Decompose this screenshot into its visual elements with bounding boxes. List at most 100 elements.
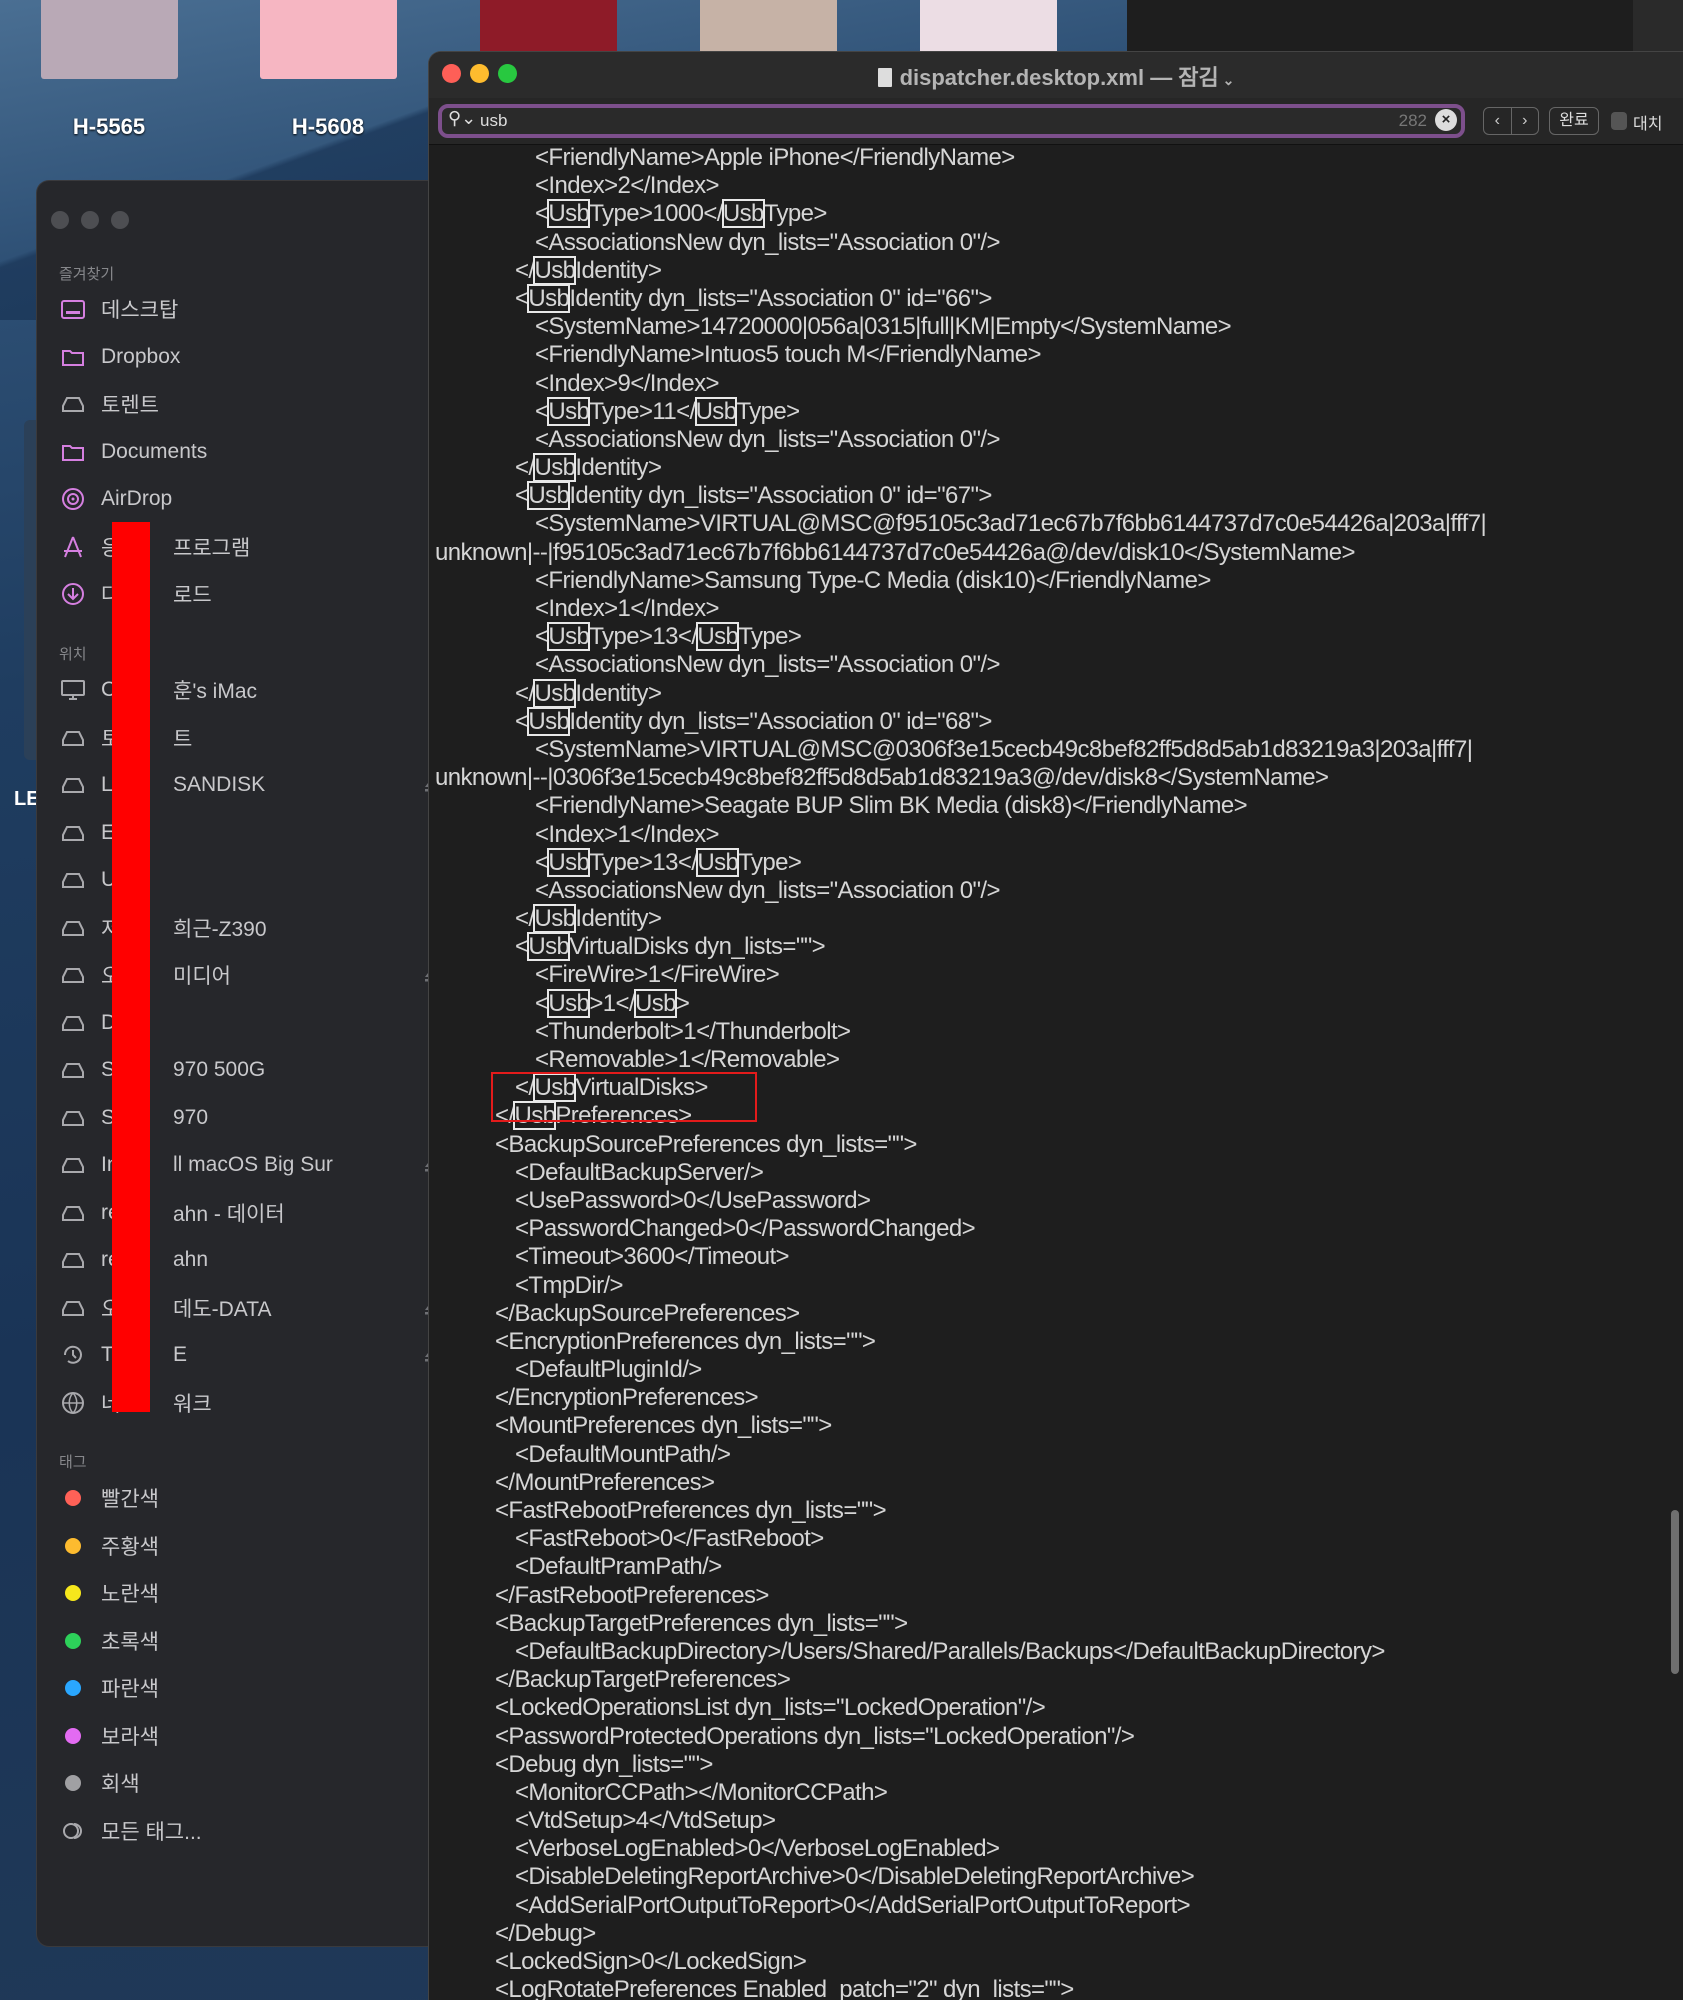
search-match-highlight: Usb — [527, 706, 571, 736]
drive-icon — [59, 819, 87, 847]
code-area[interactable]: <FriendlyName>Apple iPhone</FriendlyName… — [435, 144, 1657, 2000]
next-match-button[interactable]: › — [1512, 108, 1539, 134]
tag-label: 파란색 — [101, 1678, 159, 1701]
find-bar: ⚲⌄ 282 × ‹ › 완료 대치 — [429, 98, 1683, 145]
sidebar-tag-item[interactable]: 초록색 — [59, 1621, 439, 1661]
desktop-file-thumbnail[interactable] — [260, 0, 397, 79]
sidebar-item-label-rest: SANDISK — [173, 773, 266, 796]
close-button[interactable] — [51, 211, 69, 229]
code-line: <FriendlyName>Intuos5 touch M</FriendlyN… — [435, 341, 1041, 369]
search-icon[interactable]: ⚲⌄ — [448, 108, 476, 129]
sidebar-item-label: AirDrop — [101, 487, 173, 510]
imac-icon — [59, 676, 87, 704]
code-line: <Index>1</Index> — [435, 595, 720, 622]
clear-search-icon[interactable]: × — [1435, 109, 1457, 131]
search-match-highlight: Usb — [721, 199, 765, 229]
code-line: <LockedOperationsList dyn_lists="LockedO… — [435, 1694, 1046, 1722]
code-line: <BackupTargetPreferences dyn_lists=""> — [435, 1609, 908, 1637]
sidebar-item-label-rest: ahn — [173, 1248, 209, 1271]
code-line: unknown|--|f95105c3ad71ec67b7f6bb6144737… — [435, 538, 1356, 566]
drive-icon — [59, 390, 87, 418]
code-line: <MountPreferences dyn_lists=""> — [435, 1412, 832, 1440]
code-line: <PasswordChanged>0</PasswordChanged> — [435, 1215, 976, 1243]
code-line: </MountPreferences> — [435, 1468, 715, 1496]
desktop-file-thumbnail[interactable] — [41, 0, 178, 79]
code-line: <FastRebootPreferences dyn_lists=""> — [435, 1497, 887, 1524]
sidebar-item-label: Documents — [101, 439, 208, 463]
sidebar-tag-item[interactable]: 노란색 — [59, 1573, 439, 1613]
tag-label: 주황색 — [101, 1535, 159, 1559]
all-tags-label: 모든 태그... — [101, 1820, 202, 1844]
search-field[interactable]: ⚲⌄ 282 × — [438, 104, 1465, 138]
code-line: <UsbType>11</UsbType> — [435, 396, 800, 426]
zoom-button[interactable] — [111, 211, 129, 229]
search-match-highlight: Usb — [633, 988, 677, 1018]
sidebar-tag-item[interactable]: 빨간색 — [59, 1478, 439, 1518]
code-line: <BackupSourcePreferences dyn_lists=""> — [435, 1130, 917, 1158]
background-window — [1127, 0, 1683, 60]
sidebar-item-label-rest: 워크 — [173, 1392, 212, 1416]
code-line: <Index>1</Index> — [435, 820, 720, 848]
title-bar: dispatcher.desktop.xml — 잠김 ⌄ — [429, 52, 1683, 98]
match-navigation: ‹ › — [1483, 107, 1539, 135]
done-button[interactable]: 완료 — [1549, 107, 1599, 135]
drive-icon — [59, 724, 87, 752]
drive-icon — [59, 1294, 87, 1322]
sidebar-item-label-rest: ahn - 데이터 — [173, 1202, 285, 1226]
drive-icon — [59, 1151, 87, 1179]
redaction-bar — [112, 522, 150, 1412]
code-line: <DefaultPluginId/> — [435, 1356, 702, 1384]
drive-icon — [59, 1246, 87, 1274]
search-match-highlight: Usb — [527, 283, 571, 313]
sidebar-item-label-rest: ll macOS Big Sur — [173, 1153, 333, 1176]
code-line: </BackupTargetPreferences> — [435, 1666, 791, 1694]
window-title[interactable]: dispatcher.desktop.xml — 잠김 ⌄ — [429, 60, 1683, 92]
sidebar-item[interactable]: 토렌트 — [59, 384, 439, 424]
search-match-highlight: Usb — [547, 199, 591, 229]
code-line: <Usb>1</Usb> — [435, 988, 690, 1018]
download-icon — [59, 580, 87, 608]
sidebar-tag-item[interactable]: 보라색 — [59, 1716, 439, 1756]
code-line: <UsbIdentity dyn_lists="Association 0" i… — [435, 283, 992, 313]
document-icon — [877, 68, 892, 87]
desktop-file-label[interactable]: H-5565 — [29, 114, 189, 140]
minimize-button[interactable] — [81, 211, 99, 229]
sidebar-item-label: L — [101, 773, 113, 796]
sidebar-item[interactable]: Documents — [59, 432, 439, 472]
network-icon — [59, 1389, 87, 1417]
code-line: </EncryptionPreferences> — [435, 1384, 759, 1412]
code-line: <VtdSetup>4</VtdSetup> — [435, 1807, 776, 1835]
code-line: <FriendlyName>Seagate BUP Slim BK Media … — [435, 792, 1248, 820]
code-line: <PasswordProtectedOperations dyn_lists="… — [435, 1722, 1135, 1750]
finder-sidebar-window: 즐겨찾기 위치 태그 데스크탑 Dropbox 토렌트 Documents AirDro… — [37, 181, 457, 1946]
previous-match-button[interactable]: ‹ — [1484, 108, 1512, 134]
vertical-scrollbar[interactable] — [1671, 1510, 1679, 1674]
code-line: <DefaultBackupServer/> — [435, 1158, 764, 1186]
desktop-file-label[interactable]: H-5608 — [248, 114, 408, 140]
replace-checkbox[interactable] — [1611, 112, 1627, 130]
replace-label: 대치 — [1633, 116, 1663, 133]
text-editor-window: dispatcher.desktop.xml — 잠김 ⌄ ⚲⌄ 282 × ‹… — [429, 52, 1683, 2000]
code-line: <VerboseLogEnabled>0</VerboseLogEnabled> — [435, 1835, 1000, 1863]
search-match-highlight: Usb — [533, 255, 577, 285]
sidebar-tag-item[interactable]: 회색 — [59, 1763, 439, 1803]
locations-header: 위치 — [59, 646, 87, 663]
sidebar-item-label-rest: 미디어 — [173, 965, 231, 988]
tag-color-dot — [65, 1585, 81, 1601]
tag-label: 보라색 — [101, 1725, 159, 1749]
sidebar-item[interactable]: 데스크탑 — [59, 289, 439, 329]
tag-color-dot — [65, 1537, 81, 1554]
code-line: <SystemName>14720000|056a|0315|full|KM|E… — [435, 313, 1232, 341]
code-line: </FastRebootPreferences> — [435, 1581, 769, 1609]
search-match-highlight: Usb — [533, 453, 577, 483]
sidebar-all-tags[interactable]: 모든 태그... — [59, 1811, 439, 1851]
sidebar-item[interactable]: AirDrop — [59, 479, 439, 519]
sidebar-item-label-rest: E — [173, 1343, 188, 1366]
code-line: <Thunderbolt>1</Thunderbolt> — [435, 1017, 851, 1045]
sidebar-tag-item[interactable]: 파란색 — [59, 1668, 439, 1708]
search-input[interactable] — [478, 109, 1342, 133]
desktop-icon — [59, 295, 87, 323]
sidebar-item[interactable]: Dropbox — [59, 337, 439, 377]
sidebar-tag-item[interactable]: 주황색 — [59, 1526, 439, 1566]
code-line: <FriendlyName>Apple iPhone</FriendlyName… — [435, 144, 1015, 171]
